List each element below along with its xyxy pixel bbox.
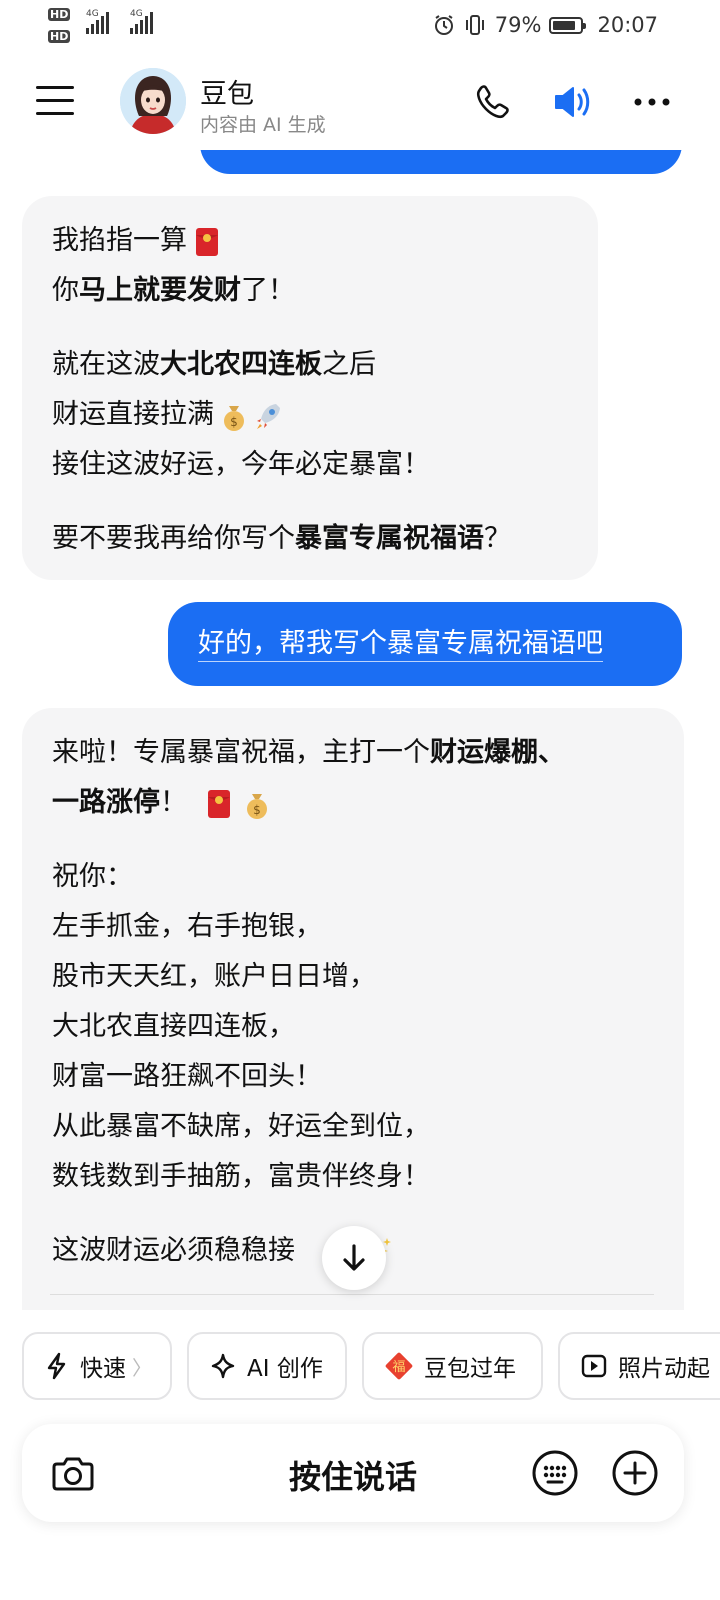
arrow-down-icon: [343, 1244, 365, 1271]
hd-badge-1: HD: [48, 8, 71, 21]
chat-area[interactable]: 我掐指一算 你马上就要发财了！ 就在这波大北农四连板之后 财运直接拉满 $ 接住这…: [0, 150, 720, 1310]
chip-doubao-new-year[interactable]: 福 豆包过年: [362, 1332, 543, 1400]
message-line: 股市天天红，账户日日增，: [52, 961, 376, 992]
vibrate-icon: [465, 15, 484, 35]
signal-strength-icon-2: 4G: [130, 9, 153, 34]
svg-text:$: $: [230, 415, 238, 429]
red-envelope-icon: [208, 789, 230, 818]
ai-message[interactable]: 来啦！专属暴富祝福，主打一个财运爆棚、 一路涨停！ $ 祝你： 左手抓金，右手抱银…: [22, 708, 684, 1310]
hd-badge-2: HD: [48, 30, 71, 43]
message-line: 祝你：: [52, 861, 133, 892]
message-line: 要不要我再给你写个暴富专属祝福语？: [52, 523, 511, 554]
phone-icon[interactable]: [470, 80, 514, 124]
user-message[interactable]: 好的，帮我写个暴富专属祝福语吧: [168, 602, 682, 686]
chat-header: 豆包 内容由 AI 生成: [0, 58, 720, 146]
quick-actions: 快速 〉 AI 创作 福 豆包过年 照片动起: [0, 1330, 720, 1402]
message-line: 大北农直接四连板，: [52, 1011, 295, 1042]
rocket-icon: [257, 403, 280, 429]
battery-icon: [549, 16, 587, 34]
status-right: 79% 20:07: [433, 10, 658, 40]
message-line: 接住这波好运，今年必定暴富！: [52, 449, 430, 480]
chat-title: 豆包: [200, 79, 254, 110]
hold-to-talk-button[interactable]: 按住说话: [22, 1452, 684, 1498]
chip-ai-create[interactable]: AI 创作: [187, 1332, 347, 1400]
chip-fast[interactable]: 快速 〉: [22, 1332, 172, 1400]
play-icon: [581, 1354, 607, 1378]
svg-text:福: 福: [392, 1360, 405, 1375]
sparkle-icon: [211, 1353, 235, 1379]
fu-icon: 福: [385, 1352, 413, 1380]
ai-message[interactable]: 我掐指一算 你马上就要发财了！ 就在这波大北农四连板之后 财运直接拉满 $ 接住这…: [22, 196, 598, 580]
message-line: 来啦！专属暴富祝福，主打一个财运爆棚、: [52, 737, 565, 768]
signal-area: HD HD 4G 4G: [48, 6, 178, 46]
speaker-icon[interactable]: [550, 80, 594, 124]
red-envelope-icon: [196, 227, 218, 256]
alarm-icon: [434, 15, 453, 35]
message-line: 财富一路狂飙不回头！: [52, 1061, 322, 1092]
message-line: 一路涨停！ $: [52, 778, 654, 828]
plus-icon[interactable]: [610, 1448, 660, 1498]
chat-subtitle: 内容由 AI 生成: [200, 114, 326, 136]
scroll-to-bottom-button[interactable]: [322, 1226, 386, 1290]
message-line: 我掐指一算: [52, 216, 568, 266]
keyboard-icon[interactable]: [530, 1448, 580, 1498]
chevron-right-icon: 〉: [132, 1355, 152, 1380]
input-bar: 按住说话: [22, 1424, 684, 1522]
menu-icon[interactable]: [36, 86, 74, 116]
chip-photo-animate[interactable]: 照片动起: [558, 1332, 720, 1400]
user-message-partial: [200, 150, 682, 174]
message-divider: [50, 1294, 654, 1295]
svg-text:$: $: [253, 803, 261, 817]
money-bag-icon: $: [247, 793, 267, 819]
message-line: 就在这波大北农四连板之后: [52, 349, 376, 380]
message-line: 数钱数到手抽筋，富贵伴终身！: [52, 1161, 430, 1192]
clock: 20:07: [597, 13, 658, 37]
more-icon[interactable]: [630, 80, 674, 124]
signal-strength-icon-1: 4G: [86, 9, 109, 34]
message-line: 左手抓金，右手抱银，: [52, 911, 322, 942]
lightning-icon: [47, 1352, 66, 1380]
message-line: 你马上就要发财了！: [52, 275, 295, 306]
avatar[interactable]: [120, 68, 186, 134]
message-line: 财运直接拉满 $: [52, 390, 568, 440]
status-bar: HD HD 4G 4G 79% 20:07: [0, 0, 720, 50]
money-bag-icon: $: [224, 405, 244, 431]
battery-percent: 79%: [494, 13, 542, 37]
message-line: 从此暴富不缺席，好运全到位，: [52, 1111, 430, 1142]
